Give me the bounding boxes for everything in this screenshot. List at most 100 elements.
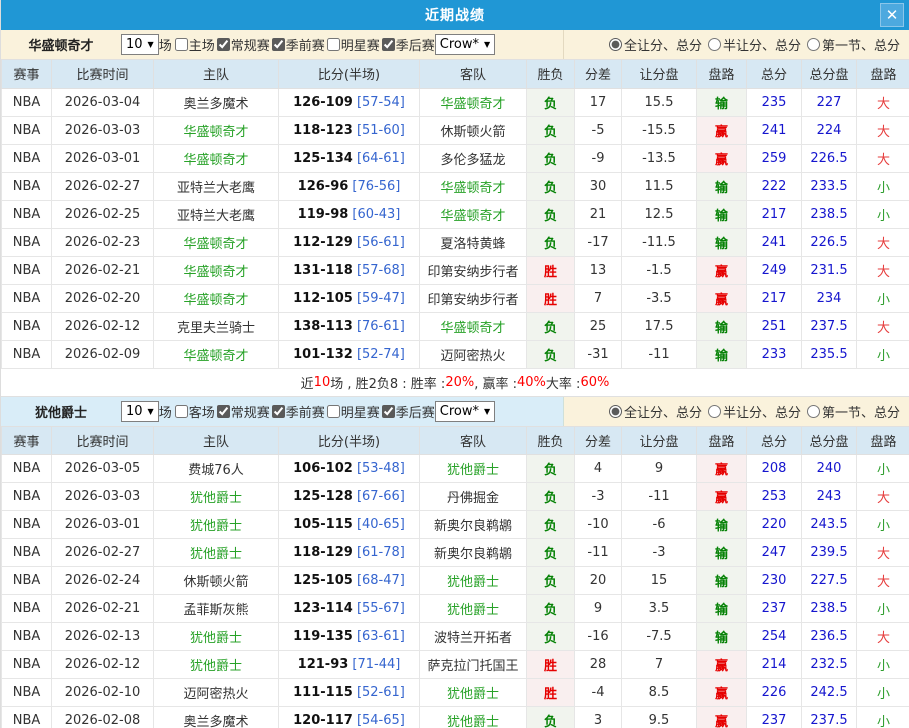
- filter-checkbox-option[interactable]: 季前赛: [270, 35, 325, 54]
- filter-checkbox-option[interactable]: 常规赛: [215, 402, 270, 421]
- stat-mode-radio-option[interactable]: 第一节、总分: [807, 402, 900, 421]
- cell-total-line: 231.5: [802, 256, 857, 284]
- final-score: 106-102: [293, 461, 353, 476]
- filter-checkbox-option[interactable]: 明星赛: [325, 402, 380, 421]
- filter-checkbox[interactable]: [327, 405, 340, 418]
- cell-ou: 大: [857, 144, 909, 172]
- cell-diff: -10: [575, 511, 622, 539]
- half-score: [57-68]: [357, 263, 405, 278]
- stat-mode-radio-option[interactable]: 半让分、总分: [708, 402, 801, 421]
- filter-checkbox[interactable]: [217, 405, 230, 418]
- odds-company-select[interactable]: Crow*▼: [435, 34, 495, 55]
- cell-home-team: 华盛顿奇才: [154, 228, 279, 256]
- cell-handicap: 9: [622, 455, 697, 483]
- filter-checkbox[interactable]: [272, 38, 285, 51]
- table-header-cell: 客队: [420, 60, 527, 88]
- final-score: 131-118: [293, 263, 353, 278]
- filter-checkbox-option[interactable]: 季前赛: [270, 402, 325, 421]
- stat-mode-radio-option[interactable]: 全让分、总分: [609, 402, 702, 421]
- cell-total-line: 226.5: [802, 228, 857, 256]
- cell-away-team: 新奥尔良鹈鹕: [420, 511, 527, 539]
- cell-total-line: 234: [802, 284, 857, 312]
- games-count-select[interactable]: 10▼: [121, 34, 159, 55]
- cell-diff: 13: [575, 256, 622, 284]
- cell-away-team: 华盛顿奇才: [420, 172, 527, 200]
- stat-mode-radio-option[interactable]: 第一节、总分: [807, 35, 900, 54]
- table-row: NBA2026-02-27亚特兰大老鹰126-96 [76-56]华盛顿奇才负3…: [2, 172, 909, 200]
- cell-handicap-result: 赢: [697, 707, 747, 728]
- cell-ou: 小: [857, 595, 909, 623]
- close-button[interactable]: ✕: [880, 3, 904, 27]
- filter-checkbox-option[interactable]: 季后赛: [380, 402, 435, 421]
- table-header-cell: 主队: [154, 427, 279, 455]
- cell-diff: 7: [575, 284, 622, 312]
- stat-mode-radio[interactable]: [807, 38, 820, 51]
- filter-checkbox[interactable]: [175, 405, 188, 418]
- cell-score: 112-105 [59-47]: [279, 284, 420, 312]
- cell-total-line: 236.5: [802, 623, 857, 651]
- filter-checkbox[interactable]: [382, 405, 395, 418]
- cell-result: 负: [527, 200, 575, 228]
- cell-handicap-result: 输: [697, 228, 747, 256]
- cell-date: 2026-03-01: [52, 144, 154, 172]
- cell-diff: -4: [575, 679, 622, 707]
- cell-date: 2026-03-04: [52, 88, 154, 116]
- cell-handicap-result: 赢: [697, 116, 747, 144]
- half-score: [53-48]: [357, 461, 405, 476]
- filter-checkbox-option[interactable]: 主场: [173, 35, 215, 54]
- filter-checkbox-option[interactable]: 明星赛: [325, 35, 380, 54]
- cell-total: 259: [747, 144, 802, 172]
- cell-score: 126-109 [57-54]: [279, 88, 420, 116]
- cell-total-line: 243.5: [802, 511, 857, 539]
- cell-result: 负: [527, 172, 575, 200]
- modal-title: 近期战绩: [425, 5, 485, 25]
- filter-checkbox[interactable]: [175, 38, 188, 51]
- table-row: NBA2026-02-21华盛顿奇才131-118 [57-68]印第安纳步行者…: [2, 256, 909, 284]
- cell-handicap-result: 赢: [697, 256, 747, 284]
- stat-mode-radio[interactable]: [609, 38, 622, 51]
- cell-handicap: 9.5: [622, 707, 697, 728]
- cell-away-team: 印第安纳步行者: [420, 284, 527, 312]
- cell-away-team: 夏洛特黄蜂: [420, 228, 527, 256]
- filter-checkbox-option[interactable]: 客场: [173, 402, 215, 421]
- cell-handicap: 7: [622, 651, 697, 679]
- table-row: NBA2026-02-21孟菲斯灰熊123-114 [55-67]犹他爵士负93…: [2, 595, 909, 623]
- cell-result: 负: [527, 567, 575, 595]
- filter-checkbox[interactable]: [382, 38, 395, 51]
- stat-mode-radio-label: 第一节、总分: [822, 402, 900, 421]
- cell-league: NBA: [2, 511, 52, 539]
- filter-checkbox-option[interactable]: 常规赛: [215, 35, 270, 54]
- stat-mode-radio[interactable]: [807, 405, 820, 418]
- stat-mode-radio-option[interactable]: 全让分、总分: [609, 35, 702, 54]
- filter-checkbox[interactable]: [327, 38, 340, 51]
- games-count-label: 场: [159, 35, 172, 54]
- table-header-cell: 盘路: [857, 60, 909, 88]
- final-score: 112-105: [293, 291, 353, 306]
- cell-total: 253: [747, 483, 802, 511]
- cell-handicap: -11: [622, 340, 697, 368]
- half-score: [57-54]: [357, 95, 405, 110]
- half-score: [56-61]: [357, 235, 405, 250]
- cell-league: NBA: [2, 312, 52, 340]
- cell-total-line: 233.5: [802, 172, 857, 200]
- stat-mode-radio[interactable]: [708, 38, 721, 51]
- cell-score: 105-115 [40-65]: [279, 511, 420, 539]
- games-count-select[interactable]: 10▼: [121, 401, 159, 422]
- cell-result: 胜: [527, 284, 575, 312]
- cell-total: 233: [747, 340, 802, 368]
- stat-mode-radio[interactable]: [609, 405, 622, 418]
- stat-mode-radio-option[interactable]: 半让分、总分: [708, 35, 801, 54]
- cell-home-team: 亚特兰大老鹰: [154, 200, 279, 228]
- odds-company-select[interactable]: Crow*▼: [435, 401, 495, 422]
- table-header-cell: 比分(半场): [279, 427, 420, 455]
- stat-mode-radio[interactable]: [708, 405, 721, 418]
- filter-checkbox[interactable]: [217, 38, 230, 51]
- final-score: 120-117: [293, 713, 353, 728]
- table-header-cell: 比分(半场): [279, 60, 420, 88]
- filter-checkbox[interactable]: [272, 405, 285, 418]
- filter-checkbox-option[interactable]: 季后赛: [380, 35, 435, 54]
- cell-result: 胜: [527, 679, 575, 707]
- cell-score: 125-134 [64-61]: [279, 144, 420, 172]
- cell-date: 2026-02-08: [52, 707, 154, 728]
- table-header-cell: 主队: [154, 60, 279, 88]
